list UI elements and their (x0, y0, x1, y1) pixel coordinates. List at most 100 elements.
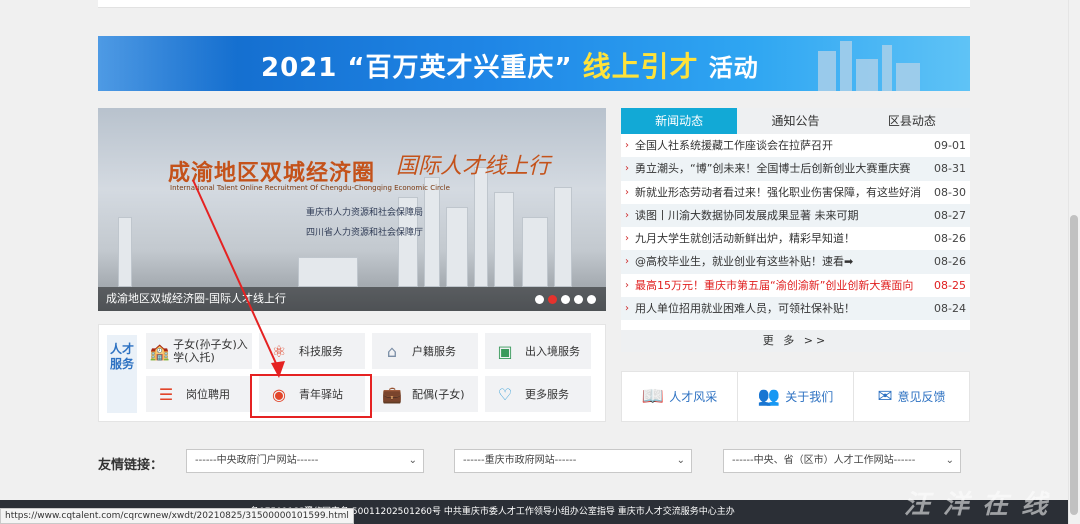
service-label: 更多服务 (525, 387, 569, 401)
service-label: 配偶(子女) (412, 387, 465, 401)
service-label: 户籍服务 (412, 344, 456, 358)
service-label: 出入境服务 (525, 344, 580, 358)
news-item[interactable]: › 读图丨川渝大数据协同发展成果显著 未来可期 08-27 (621, 203, 970, 228)
page-scrollbar[interactable] (1068, 0, 1080, 524)
bullet-arrow-icon: › (625, 303, 629, 315)
banner-title-tail: 活动 (708, 54, 759, 82)
tab-news[interactable]: 新闻动态 (621, 108, 738, 134)
news-title[interactable]: @高校毕业生，就业创业有这些补贴！速看➡ (635, 250, 927, 273)
mail-icon: ✉ (877, 386, 893, 407)
select-talent-sites[interactable]: ------中央、省（区市）人才工作网站------ ⌄ (723, 449, 961, 473)
service-label: 岗位聘用 (186, 387, 230, 401)
scrollbar-thumb[interactable] (1070, 215, 1078, 515)
bullet-arrow-icon: › (625, 163, 629, 175)
slide-organizer-1: 重庆市人力资源和社会保障局 (306, 208, 424, 218)
carousel-dot[interactable] (574, 295, 583, 304)
news-title[interactable]: 读图丨川渝大数据协同发展成果显著 未来可期 (635, 204, 927, 227)
news-date: 08-27 (934, 208, 966, 222)
service-tech[interactable]: ⚛ 科技服务 (259, 333, 365, 369)
banner-building (840, 41, 852, 91)
banner-building (856, 59, 878, 91)
news-item[interactable]: › @高校毕业生，就业创业有这些补贴！速看➡ 08-26 (621, 250, 970, 274)
slide-headline: 成渝地区双城经济圈 (168, 161, 376, 186)
news-item[interactable]: › 用人单位招用就业困难人员，可领社保补贴！ 08-24 (621, 297, 970, 321)
select-chongqing-gov[interactable]: ------重庆市政府网站------ ⌄ (454, 449, 692, 473)
service-label: 科技服务 (299, 344, 343, 358)
news-date: 08-24 (934, 302, 966, 316)
skyline-building (474, 167, 488, 287)
banner-building (818, 51, 836, 91)
carousel-dots (535, 295, 596, 304)
banner-building (882, 45, 892, 91)
people-icon: 👥 (757, 386, 781, 407)
recruitment-banner[interactable]: 2021 “百万英才兴重庆” 线上引才 活动 (98, 36, 970, 91)
service-passport[interactable]: ▣ 出入境服务 (485, 333, 591, 369)
carousel-dot[interactable] (561, 295, 570, 304)
service-label: 子女(孙子女)入学(入托) (173, 338, 248, 364)
tab-district[interactable]: 区县动态 (854, 108, 970, 134)
top-content-card (98, 0, 970, 8)
news-item[interactable]: › 九月大学生就创活动新鲜出炉，精彩早知道！ 08-26 (621, 227, 970, 250)
quick-link-about[interactable]: 👥 关于我们 (738, 372, 854, 421)
news-title[interactable]: 新就业形态劳动者看过来！强化职业伤害保障，有这些好消 (635, 181, 927, 204)
select-value: ------重庆市政府网站------ (463, 455, 577, 466)
image-carousel[interactable]: 成渝地区双城经济圈 国际人才线上行 International Talent O… (98, 108, 606, 311)
news-title[interactable]: 最高15万元！重庆市第五届“渝创渝新”创业创新大赛面向 (635, 274, 927, 297)
news-item[interactable]: › 新就业形态劳动者看过来！强化职业伤害保障，有这些好消 08-30 (621, 181, 970, 204)
slide-caption[interactable]: 成渝地区双城经济圈-国际人才线上行 (98, 287, 606, 311)
tech-icon: ⚛ (271, 341, 287, 361)
more-news-link[interactable]: 更 多 >> (621, 330, 970, 352)
slide-organizer-2: 四川省人力资源和社会保障厅 (306, 228, 424, 238)
select-central-gov[interactable]: ------中央政府门户网站------ ⌄ (186, 449, 424, 473)
news-tabs: 新闻动态 通知公告 区县动态 (621, 108, 970, 134)
service-household[interactable]: ⌂ 户籍服务 (372, 333, 478, 369)
service-spouse[interactable]: 💼 配偶(子女) (372, 376, 478, 412)
service-school[interactable]: 🏫 子女(孙子女)入学(入托) (146, 333, 252, 369)
skyline-building (494, 192, 514, 287)
quick-link-talent[interactable]: 📖 人才风采 (622, 372, 738, 421)
slide-subtitle-en: International Talent Online Recruitment … (170, 184, 450, 192)
school-icon: 🏫 (149, 341, 170, 361)
select-value: ------中央政府门户网站------ (195, 455, 319, 466)
news-date: 08-25 (934, 278, 966, 292)
services-section-label: 人才服务 (107, 335, 137, 413)
chevron-down-icon: ⌄ (676, 455, 685, 466)
news-title[interactable]: 用人单位招用就业困难人员，可领社保补贴！ (635, 297, 927, 320)
household-icon: ⌂ (386, 341, 398, 361)
banner-title-highlight: 线上引才 (582, 50, 699, 83)
news-date: 08-31 (934, 162, 966, 176)
news-title[interactable]: 勇立潮头，“博”创未来！全国博士后创新创业大赛重庆赛 (635, 157, 927, 180)
news-item-hot[interactable]: › 最高15万元！重庆市第五届“渝创渝新”创业创新大赛面向 08-25 (621, 274, 970, 297)
service-job[interactable]: ☰ 岗位聘用 (146, 376, 252, 412)
browser-status-url: https://www.cqtalent.com/cqrcwnew/xwdt/2… (0, 508, 354, 524)
select-value: ------中央、省（区市）人才工作网站------ (732, 455, 916, 466)
chevron-down-icon: ⌄ (408, 455, 417, 466)
service-more[interactable]: ♡ 更多服务 (485, 376, 591, 412)
chevron-down-icon: ⌄ (945, 455, 954, 466)
news-date: 08-26 (934, 255, 966, 269)
skyline-building (554, 187, 572, 287)
tab-notices[interactable]: 通知公告 (737, 108, 853, 134)
friendly-links-label: 友情链接： (98, 458, 164, 473)
bullet-arrow-icon: › (625, 233, 629, 245)
watermark: 汪 洋 在 线 (904, 490, 1050, 520)
skyline-building (522, 217, 548, 287)
skyline-building (118, 217, 132, 287)
carousel-dot-active[interactable] (548, 295, 557, 304)
news-title[interactable]: 九月大学生就创活动新鲜出炉，精彩早知道！ (635, 227, 927, 250)
slide-headline-script: 国际人才线上行 (396, 154, 551, 179)
quick-link-feedback[interactable]: ✉ 意见反馈 (854, 372, 969, 421)
news-item[interactable]: › 勇立潮头，“博”创未来！全国博士后创新创业大赛重庆赛 08-31 (621, 157, 970, 181)
skyline-building (424, 177, 440, 287)
news-date: 08-30 (934, 185, 966, 199)
carousel-dot[interactable] (587, 295, 596, 304)
skyline-building (446, 207, 468, 287)
news-title[interactable]: 全国人社系统援藏工作座谈会在拉萨召开 (635, 134, 927, 157)
carousel-dot[interactable] (535, 295, 544, 304)
news-item[interactable]: › 全国人社系统援藏工作座谈会在拉萨召开 09-01 (621, 134, 970, 157)
bullet-arrow-icon: › (625, 279, 629, 291)
banner-title: 2021 “百万英才兴重庆” 线上引才 活动 (261, 45, 759, 85)
bullet-arrow-icon: › (625, 140, 629, 151)
news-list: › 全国人社系统援藏工作座谈会在拉萨召开 09-01 › 勇立潮头，“博”创未来！全国… (621, 134, 970, 321)
quick-link-label: 人才风采 (669, 390, 718, 404)
